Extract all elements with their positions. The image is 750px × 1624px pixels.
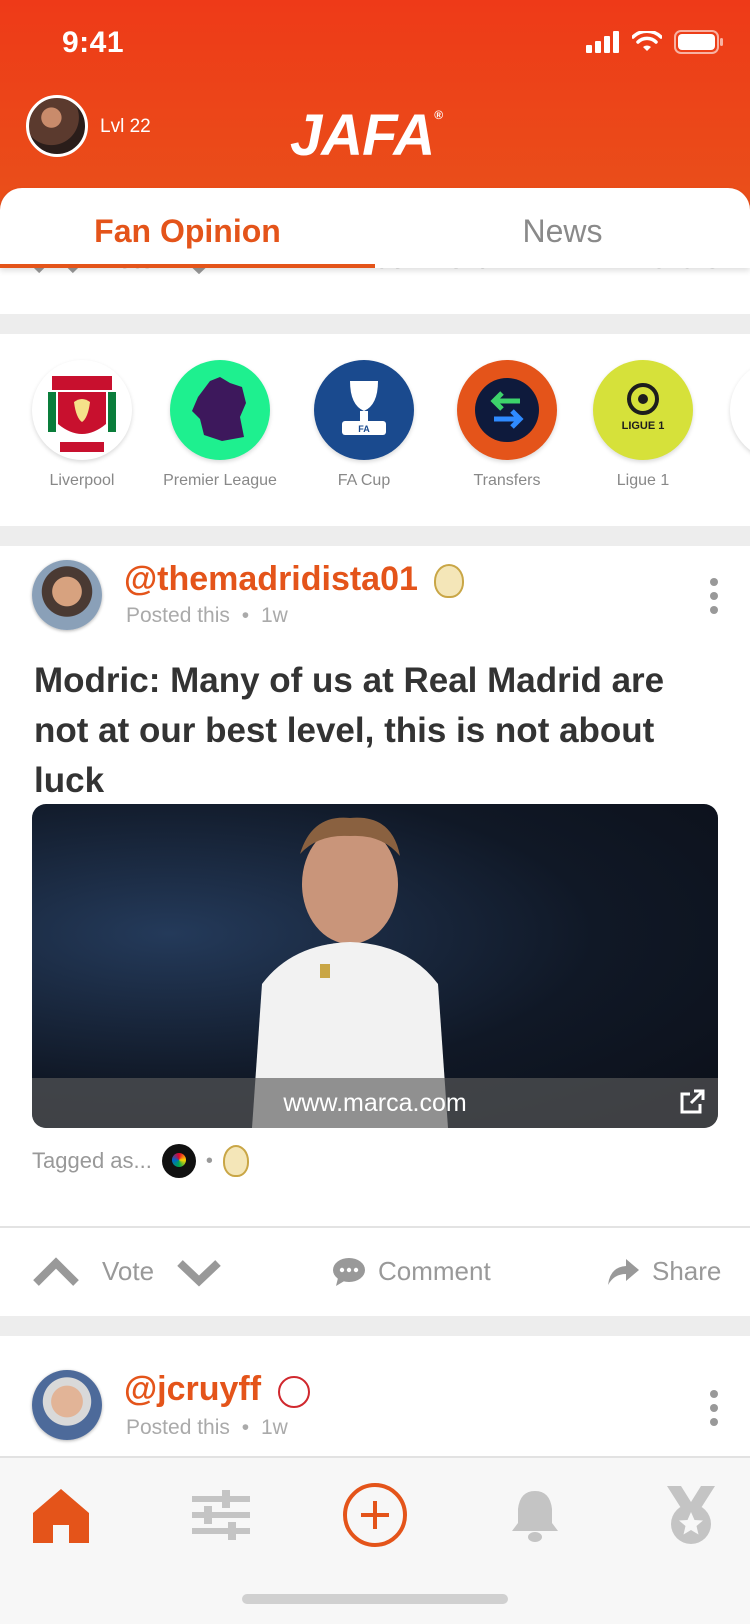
post-card: @jcruyff Posted this • 1w — [0, 1336, 750, 1456]
meta-dot: • — [241, 604, 250, 627]
svg-text:FA: FA — [358, 424, 370, 434]
tab-news[interactable]: News — [375, 188, 750, 268]
comment-button[interactable]: Comment — [332, 1256, 491, 1287]
meta-dot: • — [241, 1416, 250, 1439]
category-transfers[interactable]: Transfers — [437, 360, 577, 490]
medal-icon — [667, 1486, 715, 1544]
laliga-badge-icon[interactable] — [161, 1144, 196, 1178]
post-image[interactable]: www.marca.com — [32, 804, 718, 1128]
sliders-icon — [192, 1490, 250, 1540]
post-actions: Vote Comment Share — [0, 1228, 750, 1316]
svg-text:LIGUE 1: LIGUE 1 — [622, 420, 665, 432]
source-link[interactable]: www.marca.com — [32, 1078, 718, 1128]
nav-create-post[interactable] — [340, 1480, 410, 1550]
share-label: Share — [652, 1256, 722, 1286]
nav-achievements[interactable] — [656, 1480, 726, 1550]
ligue1-logo-icon: LIGUE 1 — [622, 383, 665, 432]
tag-dot: • — [205, 1149, 213, 1172]
post-meta: Posted this • 1w — [126, 604, 288, 628]
post-avatar[interactable] — [32, 1370, 102, 1440]
wifi-icon — [632, 31, 662, 51]
bell-icon — [512, 1491, 558, 1542]
ajax-badge-icon — [278, 1376, 310, 1408]
post-card: @themadridista01 Posted this • 1w Modric… — [0, 546, 750, 1316]
share-button[interactable]: Share — [606, 1256, 721, 1287]
post-username[interactable]: @jcruyff — [124, 1370, 261, 1409]
add-circle-icon — [343, 1483, 407, 1547]
category-liverpool[interactable]: Liverpool — [12, 360, 152, 490]
external-link-icon[interactable] — [678, 1088, 706, 1116]
bottom-tab-bar — [0, 1456, 750, 1624]
post-time: 1w — [260, 604, 288, 627]
nav-filters[interactable] — [186, 1480, 256, 1550]
posted-label: Posted this — [126, 604, 230, 627]
app-logo-text: JAFA — [290, 103, 435, 168]
category-label: FA Cup — [337, 472, 391, 489]
share-icon — [608, 1258, 639, 1285]
upvote-icon[interactable] — [32, 1256, 80, 1287]
feed-tabs: Fan Opinion News — [0, 188, 750, 268]
category-carousel: Liverpool Premier League FA FA Cup Trans… — [0, 334, 750, 526]
status-icons — [586, 30, 724, 54]
app-logo: JAFA® — [290, 102, 443, 169]
liverpool-crest-icon — [48, 376, 116, 452]
category-ligue-1[interactable]: LIGUE 1 Ligue 1 — [573, 360, 713, 490]
category-label: Transfers — [473, 472, 541, 489]
post-username[interactable]: @themadridista01 — [124, 560, 418, 599]
tagged-label: Tagged as... — [32, 1148, 152, 1173]
post-title[interactable]: Modric: Many of us at Real Madrid are no… — [34, 656, 724, 806]
home-indicator — [242, 1594, 508, 1604]
category-fa-cup[interactable]: FA FA Cup — [294, 360, 434, 490]
nav-notifications[interactable] — [500, 1480, 570, 1550]
vote-label: Vote — [102, 1256, 155, 1286]
category-label: Premier League — [163, 472, 277, 489]
nav-home[interactable] — [26, 1480, 96, 1550]
category-premier-league[interactable]: Premier League — [150, 360, 290, 490]
battery-icon — [674, 30, 723, 54]
status-time: 9:41 — [62, 26, 125, 59]
registered-mark: ® — [434, 108, 443, 122]
premier-league-lion-icon — [192, 377, 246, 441]
transfers-arrows-icon — [475, 378, 539, 442]
post-meta: Posted this • 1w — [126, 1416, 288, 1440]
posted-label: Posted this — [126, 1416, 230, 1439]
home-icon — [33, 1489, 89, 1543]
tab-fan-opinion[interactable]: Fan Opinion — [0, 188, 375, 268]
fa-cup-icon: FA — [342, 381, 386, 435]
real-madrid-badge-icon — [434, 564, 464, 598]
more-options-icon[interactable] — [710, 578, 720, 614]
post-time: 1w — [260, 1416, 288, 1439]
cellular-signal-icon — [586, 31, 619, 53]
category-label: Liverpool — [49, 472, 115, 489]
profile-avatar[interactable] — [26, 95, 88, 157]
vote-group: Vote — [32, 1256, 222, 1287]
comment-icon — [333, 1257, 365, 1286]
tagged-row: Tagged as... • — [32, 1144, 249, 1178]
comment-label: Comment — [378, 1256, 491, 1286]
post-avatar[interactable] — [32, 560, 102, 630]
downvote-icon[interactable] — [176, 1257, 222, 1287]
category-label: Ligue 1 — [616, 472, 670, 489]
user-level: Lvl 22 — [100, 116, 151, 137]
more-options-icon[interactable] — [710, 1390, 720, 1426]
category-partial[interactable] — [720, 360, 750, 460]
real-madrid-tag-icon[interactable] — [222, 1145, 249, 1177]
